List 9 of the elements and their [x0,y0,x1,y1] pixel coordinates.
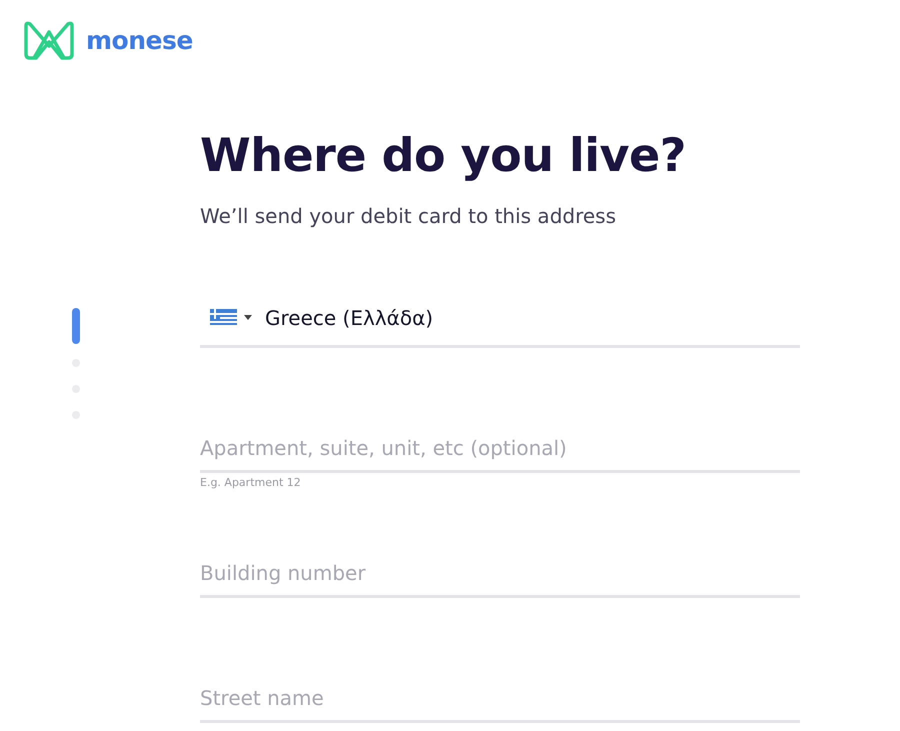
brand-name: monese [86,26,193,54]
country-select[interactable]: Greece (Ελλάδα) [200,298,800,348]
caret-icon [244,315,252,320]
logo-icon [22,20,76,60]
page-subtitle: We’ll send your debit card to this address [200,204,618,228]
page-heading: Where do you live? [200,128,687,182]
flag-icon [210,308,237,326]
country-value: Greece (Ελλάδα) [265,306,434,330]
field-hint: E.g. Apartment 12 [200,476,301,489]
